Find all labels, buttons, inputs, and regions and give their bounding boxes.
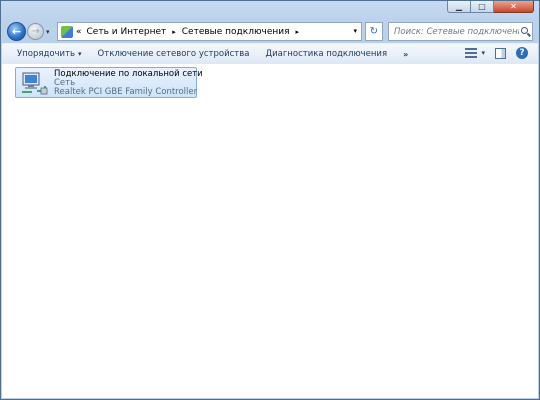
breadcrumb-item-network-connections[interactable]: Сетевые подключения <box>182 27 290 37</box>
explorer-window: ▁ □ ✕ ← → ▾ « Сеть и Интернет ▸ Сетевые … <box>0 0 540 400</box>
address-dropdown[interactable]: ▾ <box>353 27 357 35</box>
diagnose-connection-button[interactable]: Диагностика подключения <box>257 49 395 59</box>
refresh-button[interactable]: ↻ <box>365 22 383 41</box>
connection-adapter: Realtek PCI GBE Family Controller <box>54 87 198 97</box>
help-icon[interactable]: ? <box>516 47 528 59</box>
preview-pane-icon[interactable] <box>495 47 506 59</box>
connection-item-local-area[interactable]: Подключение по локальной сети Сеть Realt… <box>15 67 203 98</box>
back-button[interactable]: ← <box>7 22 26 41</box>
network-adapter-icon <box>22 72 48 95</box>
forward-button[interactable]: → <box>27 23 44 40</box>
navigation-bar: ← → ▾ « Сеть и Интернет ▸ Сетевые подклю… <box>7 21 533 43</box>
disable-device-button[interactable]: Отключение сетевого устройства <box>90 49 258 59</box>
breadcrumb-separator[interactable]: ▸ <box>172 28 176 36</box>
view-controls: ▾ ? <box>465 47 528 59</box>
connections-list[interactable]: Подключение по локальной сети Сеть Realt… <box>2 64 538 398</box>
chevron-down-icon: ▾ <box>78 50 82 58</box>
recent-pages-dropdown[interactable]: ▾ <box>46 28 50 36</box>
address-bar[interactable]: « Сеть и Интернет ▸ Сетевые подключения … <box>57 22 362 41</box>
organize-label: Упорядочить <box>17 49 76 59</box>
close-button[interactable]: ✕ <box>494 1 534 13</box>
breadcrumb-separator[interactable]: ▸ <box>296 28 300 36</box>
minimize-button[interactable]: ▁ <box>447 1 471 13</box>
breadcrumb-item-network-internet[interactable]: Сеть и Интернет <box>87 27 167 37</box>
breadcrumb-overflow[interactable]: « <box>76 27 82 37</box>
control-panel-icon <box>61 25 73 38</box>
search-input[interactable] <box>394 26 519 37</box>
search-icon[interactable] <box>521 27 528 34</box>
change-view-icon[interactable] <box>465 48 478 58</box>
view-options-dropdown[interactable]: ▾ <box>481 49 485 57</box>
maximize-button[interactable]: □ <box>471 1 494 13</box>
organize-button[interactable]: Упорядочить ▾ <box>2 49 90 59</box>
caption-buttons: ▁ □ ✕ <box>447 1 534 13</box>
command-bar: Упорядочить ▾ Отключение сетевого устройс… <box>2 43 538 65</box>
more-commands-button[interactable]: » <box>395 50 416 59</box>
search-box[interactable] <box>388 22 533 41</box>
connection-details: Подключение по локальной сети Сеть Realt… <box>54 70 203 97</box>
connection-name: Подключение по локальной сети <box>54 69 203 79</box>
